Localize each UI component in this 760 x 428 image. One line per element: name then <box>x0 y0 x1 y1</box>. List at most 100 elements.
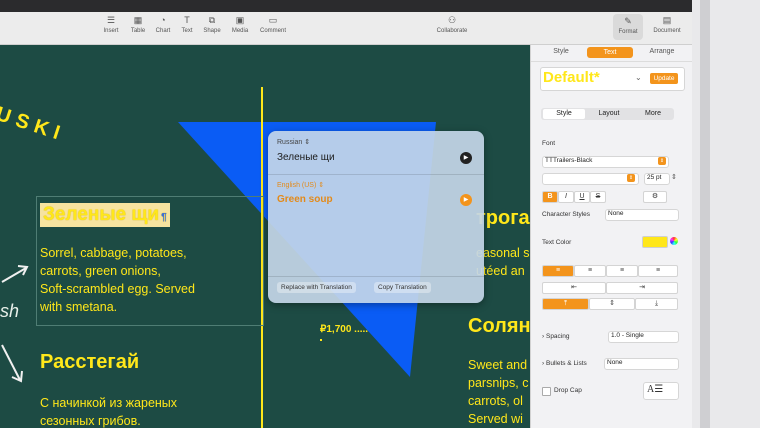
dish1-desc-line: with smetana. <box>40 300 118 314</box>
right-desc-1-line: easonal s <box>476 246 530 260</box>
document-icon: ▤ <box>662 15 672 25</box>
dish1-desc-line: Sorrel, cabbage, potatoes, <box>40 246 187 260</box>
target-language-label: English (US) <box>277 182 317 189</box>
character-styles-value: None <box>608 210 624 217</box>
comment-label: Comment <box>259 28 286 34</box>
underline-button[interactable]: U <box>574 191 590 203</box>
chevron-updown-icon: ⇕ <box>304 139 311 146</box>
subtab-more[interactable]: More <box>633 109 673 119</box>
text-color-swatch[interactable] <box>642 236 668 248</box>
play-icon: ▶ <box>463 197 469 203</box>
format-label: Format <box>618 29 638 35</box>
drop-cap-checkbox[interactable] <box>542 387 551 396</box>
subtab-layout[interactable]: Layout <box>589 109 629 119</box>
spacing-disclosure[interactable]: › Spacing <box>542 333 569 340</box>
script-text: sh <box>0 301 20 321</box>
collaborate-icon: ⚇ <box>447 15 457 25</box>
document-button[interactable]: ▤ Document <box>648 15 686 34</box>
chevron-down-icon[interactable]: ⌄ <box>635 73 642 82</box>
spacing-value: 1.0 - Single <box>611 332 644 339</box>
spacing-label: Spacing <box>545 333 570 340</box>
drop-cap-icon: A☰ <box>647 384 664 395</box>
slide-canvas[interactable]: USKI sh Зеленые щи ¶ Sorrel, cabbage, pot… <box>0 45 530 428</box>
align-center-button[interactable]: ≡ <box>574 265 606 277</box>
replace-with-translation-button[interactable]: Replace with Translation <box>277 282 356 293</box>
align-middle-button[interactable]: ⇕ <box>589 298 635 310</box>
align-top-button[interactable]: ⤒ <box>542 298 589 310</box>
align-bottom-icon: ⤓ <box>654 300 659 307</box>
play-translation-button[interactable]: ▶ <box>460 194 472 206</box>
device-bezel-edge <box>700 0 710 428</box>
update-button[interactable]: Update <box>650 73 678 84</box>
right-desc-2-line: Sweet and <box>468 358 528 372</box>
media-button[interactable]: ▣ Media <box>223 15 257 34</box>
color-wheel-icon[interactable] <box>670 237 678 245</box>
insert-label: Insert <box>103 28 119 34</box>
popover-divider <box>268 174 484 175</box>
bullets-disclosure[interactable]: › Bullets & Lists <box>542 360 587 367</box>
justify-icon: ≡ <box>655 267 661 274</box>
decrease-indent-button[interactable]: ⇤ <box>542 282 606 294</box>
right-desc-2-line: parsnips, c <box>468 376 529 390</box>
target-language-selector[interactable]: English (US) ⇕ <box>277 181 324 189</box>
subtab-style[interactable]: Style <box>543 109 585 119</box>
text-options-button[interactable]: ⚙ <box>643 191 667 203</box>
increase-indent-button[interactable]: ⇥ <box>606 282 678 294</box>
character-styles-label: Character Styles <box>542 211 591 218</box>
document-label: Document <box>653 28 681 34</box>
inspector-tab-arrange[interactable]: Arrange <box>639 48 685 55</box>
chevron-updown-icon: ⇕ <box>318 182 325 189</box>
translated-text: Green soup <box>277 194 333 205</box>
app-window: ☰ Insert ▦ Table ◔ Chart T Text ⧉ Shape … <box>0 0 760 428</box>
dish1-desc-line: carrots, green onions, <box>40 264 161 278</box>
table-icon: ▦ <box>133 15 143 25</box>
comment-button[interactable]: ▭ Comment <box>256 15 290 34</box>
price-text: ₽1,700 ..... <box>320 324 369 335</box>
hand-drawn-arrows <box>1 265 29 383</box>
outdent-icon: ⇤ <box>571 284 577 291</box>
justify-button[interactable]: ≡ <box>638 265 678 277</box>
collaborate-button[interactable]: ⚇ Collaborate <box>430 15 474 34</box>
text-label: Text <box>181 28 193 34</box>
dish2-desc-line: С начинкой из жареных <box>40 396 178 410</box>
typeface-stepper-icon: ⇕ <box>627 174 635 182</box>
font-size-value: 25 pt <box>647 174 662 181</box>
chart-icon: ◔ <box>160 15 166 25</box>
align-right-button[interactable]: ≡ <box>606 265 638 277</box>
right-desc-1-line: utéed an <box>476 264 525 278</box>
right-title-1: трога <box>476 207 530 229</box>
font-name-value: TTTrailers-Black <box>545 157 593 164</box>
align-bottom-button[interactable]: ⤓ <box>635 298 678 310</box>
source-language-label: Russian <box>277 139 303 146</box>
inspector-tab-text[interactable]: Text <box>587 47 633 58</box>
play-source-button[interactable]: ▶ <box>460 152 472 164</box>
right-desc-1: easonal s utéed an <box>476 244 530 280</box>
align-middle-icon: ⇕ <box>609 300 615 307</box>
shape-icon: ⧉ <box>208 15 216 25</box>
bold-button[interactable]: B <box>542 191 558 203</box>
paragraph-style-name: Default* <box>543 69 600 86</box>
popover-footer-divider <box>268 276 484 277</box>
align-left-button[interactable]: ≡ <box>542 265 574 277</box>
align-right-icon: ≡ <box>619 267 625 274</box>
table-label: Table <box>130 28 146 34</box>
font-name-stepper-icon: ⇕ <box>658 157 666 165</box>
right-title-2: Соляні <box>468 315 530 337</box>
title-bar <box>0 0 692 12</box>
font-typeface-dropdown[interactable] <box>542 173 639 185</box>
copy-translation-button[interactable]: Copy Translation <box>374 282 431 293</box>
curved-title-text: USKI <box>0 103 69 147</box>
italic-button[interactable]: I <box>558 191 574 203</box>
source-language-selector[interactable]: Russian ⇕ <box>277 138 310 146</box>
list-icon: ☰ <box>106 15 116 25</box>
format-button[interactable]: ✎ Format <box>613 14 643 40</box>
inspector-tab-style[interactable]: Style <box>541 48 581 55</box>
font-size-stepper-icon[interactable]: ⇕ <box>671 173 677 181</box>
source-text: Зеленые щи <box>277 152 335 163</box>
strikethrough-button[interactable]: S <box>590 191 606 203</box>
shape-label: Shape <box>203 28 221 34</box>
dish1-title[interactable]: Зеленые щи ¶ <box>40 203 170 227</box>
format-inspector: Style Text Arrange Default* ⌄ Update Sty… <box>530 45 692 428</box>
dish1-desc-line: Soft-scrambled egg. Served <box>40 282 195 296</box>
text-color-label: Text Color <box>542 239 572 246</box>
